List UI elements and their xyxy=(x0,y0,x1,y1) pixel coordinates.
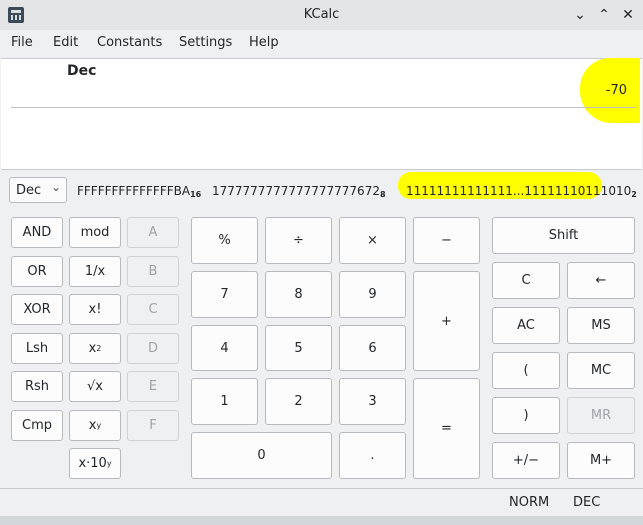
exp10-exponent: y xyxy=(106,459,112,468)
hex-value: FFFFFFFFFFFFFFBA xyxy=(77,184,191,198)
all-clear-button[interactable]: AC xyxy=(492,307,560,344)
and-button[interactable]: AND xyxy=(11,217,63,248)
memory-clear-button[interactable]: MC xyxy=(567,352,635,389)
shift-button[interactable]: Shift xyxy=(492,217,635,254)
power-exponent: y xyxy=(96,421,102,430)
digit-4-button[interactable]: 4 xyxy=(191,325,258,371)
oct-base: 8 xyxy=(379,190,386,199)
plus-minus-button[interactable]: +/− xyxy=(492,442,560,479)
backspace-button[interactable]: ← xyxy=(567,262,635,299)
hex-conversion: FFFFFFFFFFFFFFBA16 xyxy=(77,184,201,199)
menu-help[interactable]: Help xyxy=(249,35,279,50)
menu-bar: File Edit Constants Settings Help xyxy=(0,30,643,58)
square-button[interactable]: x2 xyxy=(69,333,121,364)
display-value: -70 xyxy=(605,83,627,98)
decimal-point-button[interactable]: . xyxy=(339,432,406,479)
digit-9-button[interactable]: 9 xyxy=(339,271,406,318)
calculator-display: Dec -70 xyxy=(1,58,642,170)
bin-base: 2 xyxy=(631,190,637,199)
oct-value: 1777777777777777777672 xyxy=(212,184,380,198)
digit-8-button[interactable]: 8 xyxy=(265,271,332,318)
display-divider xyxy=(11,107,636,108)
sqrt-button[interactable]: √x xyxy=(69,371,121,402)
square-exponent: 2 xyxy=(96,344,102,353)
reciprocal-button[interactable]: 1/x xyxy=(69,256,121,287)
hex-d-button[interactable]: D xyxy=(127,333,179,364)
base-mode-status: DEC xyxy=(573,495,601,510)
window-bottom-edge xyxy=(0,516,643,525)
percent-button[interactable]: % xyxy=(191,217,258,264)
multiply-button[interactable]: × xyxy=(339,217,406,264)
digit-7-button[interactable]: 7 xyxy=(191,271,258,318)
cmp-button[interactable]: Cmp xyxy=(11,410,63,441)
menu-settings[interactable]: Settings xyxy=(179,35,232,50)
angle-mode-status: NORM xyxy=(509,495,550,510)
square-base: x xyxy=(88,341,97,356)
title-bar: KCalc ⌄ ⌃ ✕ xyxy=(0,0,643,30)
digit-5-button[interactable]: 5 xyxy=(265,325,332,371)
power-button[interactable]: xy xyxy=(69,410,121,441)
rsh-button[interactable]: Rsh xyxy=(11,371,63,402)
digit-3-button[interactable]: 3 xyxy=(339,378,406,425)
display-mode-label: Dec xyxy=(67,63,97,79)
or-button[interactable]: OR xyxy=(11,256,63,287)
status-bar: NORM DEC xyxy=(0,488,643,517)
divide-button[interactable]: ÷ xyxy=(265,217,332,264)
open-paren-button[interactable]: ( xyxy=(492,352,560,389)
hex-b-button[interactable]: B xyxy=(127,256,179,287)
exp10-base: x·10 xyxy=(78,456,107,471)
memory-plus-button[interactable]: M+ xyxy=(567,442,635,479)
memory-store-button[interactable]: MS xyxy=(567,307,635,344)
number-base-select[interactable]: Dec ⌄ xyxy=(9,177,67,203)
maximize-icon[interactable]: ⌃ xyxy=(593,4,615,26)
close-icon[interactable]: ✕ xyxy=(617,4,639,26)
hex-c-button[interactable]: C xyxy=(127,294,179,325)
digit-2-button[interactable]: 2 xyxy=(265,378,332,425)
minimize-icon[interactable]: ⌄ xyxy=(569,4,591,26)
power-base: x xyxy=(88,418,97,433)
chevron-down-icon: ⌄ xyxy=(50,180,61,194)
plus-button[interactable]: + xyxy=(413,271,480,371)
hex-a-button[interactable]: A xyxy=(127,217,179,248)
hex-f-button[interactable]: F xyxy=(127,410,179,441)
bin-conversion: 11111111111111...111111101110102 xyxy=(406,184,637,199)
menu-file[interactable]: File xyxy=(11,35,33,50)
close-paren-button[interactable]: ) xyxy=(492,397,560,434)
factorial-button[interactable]: x! xyxy=(69,294,121,325)
hex-base: 16 xyxy=(190,190,202,199)
hex-e-button[interactable]: E xyxy=(127,371,179,402)
digit-1-button[interactable]: 1 xyxy=(191,378,258,425)
menu-edit[interactable]: Edit xyxy=(53,35,78,50)
clear-button[interactable]: C xyxy=(492,262,560,299)
xor-button[interactable]: XOR xyxy=(11,294,63,325)
exp10-button[interactable]: x·10 y xyxy=(69,448,121,479)
menu-constants[interactable]: Constants xyxy=(97,35,162,50)
oct-conversion: 17777777777777777776728 xyxy=(212,184,386,199)
memory-recall-button[interactable]: MR xyxy=(567,397,635,434)
base-select-label: Dec xyxy=(16,183,42,198)
mod-button[interactable]: mod xyxy=(69,217,121,248)
bin-value: 11111111111111...11111110111010 xyxy=(406,184,632,198)
minus-button[interactable]: − xyxy=(413,217,480,264)
digit-0-button[interactable]: 0 xyxy=(191,432,332,479)
digit-6-button[interactable]: 6 xyxy=(339,325,406,371)
equals-button[interactable]: = xyxy=(413,378,480,479)
lsh-button[interactable]: Lsh xyxy=(11,333,63,364)
window-title: KCalc xyxy=(303,7,340,22)
